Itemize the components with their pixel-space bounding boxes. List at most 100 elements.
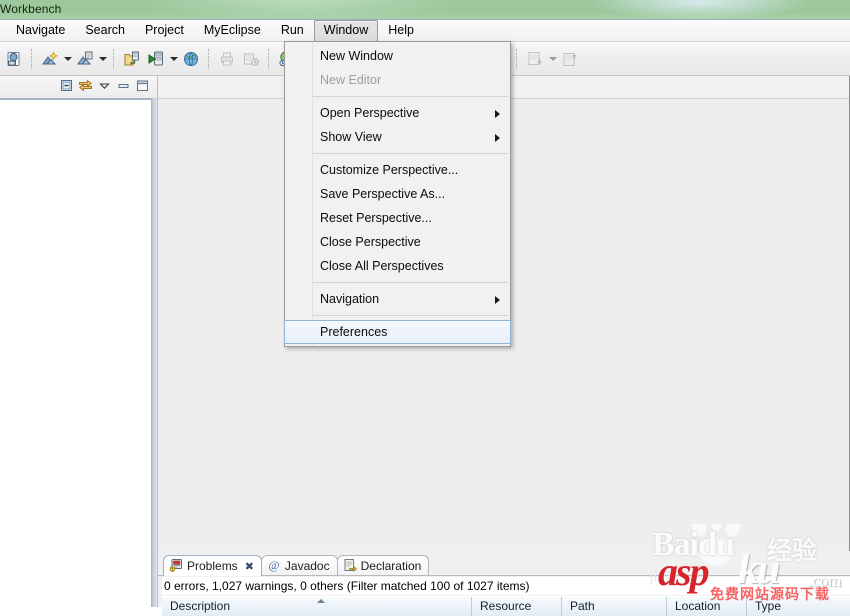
problems-view: Problems ✖ @ Javadoc Declaration 0 errors, 1…	[157, 551, 850, 616]
toolbar-dropdown-arrow-icon[interactable]	[547, 48, 558, 70]
toolbar-button-new-myeclipse-project[interactable]	[39, 48, 61, 70]
left-view-content[interactable]	[0, 98, 152, 607]
toolbar-button-print	[216, 48, 238, 70]
menu-item-show-view[interactable]: Show View	[285, 125, 510, 149]
submenu-arrow-icon	[495, 134, 500, 142]
menu-item-save-perspective-as[interactable]: Save Perspective As...	[285, 182, 510, 206]
column-header-label: Description	[170, 599, 231, 613]
deploy-icon	[124, 51, 140, 67]
problems-summary-text: 0 errors, 1,027 warnings, 0 others (Filt…	[162, 577, 850, 595]
menu-item-label: Close Perspective	[320, 235, 421, 249]
print-icon	[219, 51, 235, 67]
column-header-label: Type	[755, 599, 782, 613]
view-menu-icon	[97, 78, 112, 96]
toolbar-button-undo-redo	[240, 48, 262, 70]
close-icon[interactable]: ✖	[245, 560, 254, 573]
tab-problems[interactable]: Problems ✖	[163, 555, 262, 576]
menu-item-close-all-perspectives[interactable]: Close All Perspectives	[285, 254, 510, 278]
column-header-type[interactable]: Type	[747, 597, 850, 616]
view-tool-minimize[interactable]	[115, 79, 132, 96]
menu-item-reset-perspective[interactable]: Reset Perspective...	[285, 206, 510, 230]
toolbar-button-new-wizard-20[interactable]: 2.0	[3, 48, 25, 70]
toolbar-button-run-server[interactable]	[145, 48, 167, 70]
maximize-icon	[135, 78, 150, 96]
menu-item-close-perspective[interactable]: Close Perspective	[285, 230, 510, 254]
menu-bar-item-navigate[interactable]: Navigate	[6, 20, 75, 42]
new-myeclipse-project-icon	[42, 50, 58, 67]
menu-separator	[313, 96, 508, 97]
menu-bar-item-help[interactable]: Help	[378, 20, 424, 42]
svg-text:2.0: 2.0	[9, 60, 15, 65]
toolbar-group	[120, 48, 203, 70]
sort-ascending-icon	[316, 599, 325, 603]
menu-bar-item-project[interactable]: Project	[135, 20, 194, 42]
next-annotation-icon	[527, 51, 543, 67]
declaration-icon	[343, 558, 357, 575]
application-window: Navigate Search Project MyEclipse Run Window H…	[0, 19, 850, 616]
menu-item-label: Save Perspective As...	[320, 187, 446, 201]
view-tool-maximize[interactable]	[134, 79, 151, 96]
menu-bar-item-search[interactable]: Search	[75, 20, 135, 42]
window-dropdown-menu[interactable]: New Window New Editor Open Perspective Show…	[284, 41, 511, 347]
column-header-label: Path	[570, 599, 595, 613]
toolbar-button-web-browser[interactable]	[180, 48, 202, 70]
column-header-description[interactable]: Description	[162, 597, 472, 616]
previous-annotation-icon	[562, 51, 578, 67]
menu-item-label: New Editor	[320, 73, 382, 87]
toolbar-group	[38, 48, 108, 70]
menu-separator	[313, 153, 508, 154]
left-view-toolbar	[0, 76, 157, 98]
tab-label: Problems	[187, 559, 238, 573]
run-server-icon	[148, 51, 164, 67]
toolbar-dropdown-arrow-icon[interactable]	[168, 48, 179, 70]
toolbar-dropdown-arrow-icon[interactable]	[62, 48, 73, 70]
menu-item-label: New Window	[320, 49, 393, 63]
view-tool-view-menu[interactable]	[96, 79, 113, 96]
desktop-wallpaper: Workbench	[0, 0, 850, 19]
menu-item-label: Preferences	[320, 325, 388, 339]
left-view-panel	[0, 76, 157, 607]
toolbar-group	[215, 48, 263, 70]
collapse-all-icon	[59, 78, 74, 96]
menu-item-navigation[interactable]: Navigation	[285, 287, 510, 311]
column-header-path[interactable]: Path	[562, 597, 667, 616]
menu-separator	[313, 282, 508, 283]
menu-item-label: Navigation	[320, 292, 380, 306]
tab-declaration[interactable]: Declaration	[336, 555, 430, 576]
svg-text:@: @	[268, 558, 279, 572]
menu-item-open-perspective[interactable]: Open Perspective	[285, 101, 510, 125]
menu-item-preferences[interactable]: Preferences	[284, 320, 511, 344]
submenu-arrow-icon	[495, 110, 500, 118]
submenu-arrow-icon	[495, 296, 500, 304]
menu-bar-item-window[interactable]: Window	[313, 19, 379, 42]
web-browser-icon	[183, 51, 199, 67]
view-tool-link-with-editor[interactable]	[77, 79, 94, 96]
toolbar-button-next-annotation	[524, 48, 546, 70]
problems-icon	[169, 558, 183, 575]
column-header-label: Resource	[480, 599, 532, 613]
view-tool-collapse-all[interactable]	[58, 79, 75, 96]
column-header-resource[interactable]: Resource	[472, 597, 562, 616]
tab-javadoc[interactable]: @ Javadoc	[260, 555, 338, 576]
menu-item-new-window[interactable]: New Window	[285, 44, 510, 68]
menu-item-new-editor: New Editor	[285, 68, 510, 92]
menu-item-label: Reset Perspective...	[320, 211, 432, 225]
toolbar-separator	[268, 48, 270, 69]
column-header-location[interactable]: Location	[667, 597, 747, 616]
toolbar-separator	[31, 48, 33, 69]
toolbar-button-deploy[interactable]	[121, 48, 143, 70]
toolbar-button-new-java-element[interactable]	[74, 48, 96, 70]
toolbar-dropdown-arrow-icon[interactable]	[97, 48, 108, 70]
menu-item-customize-perspective[interactable]: Customize Perspective...	[285, 158, 510, 182]
new-wizard-20-icon: 2.0	[6, 51, 22, 67]
menu-bar-item-myeclipse[interactable]: MyEclipse	[194, 20, 271, 42]
menu-item-label: Open Perspective	[320, 106, 420, 120]
menu-separator	[313, 315, 508, 316]
menu-item-label: Close All Perspectives	[320, 259, 444, 273]
toolbar-group: 2.0	[2, 48, 26, 70]
toolbar-button-previous-annotation	[559, 48, 581, 70]
toolbar-separator	[113, 48, 115, 69]
menu-item-label: Customize Perspective...	[320, 163, 459, 177]
tab-label: Javadoc	[284, 559, 330, 573]
menu-bar-item-run[interactable]: Run	[271, 20, 314, 42]
